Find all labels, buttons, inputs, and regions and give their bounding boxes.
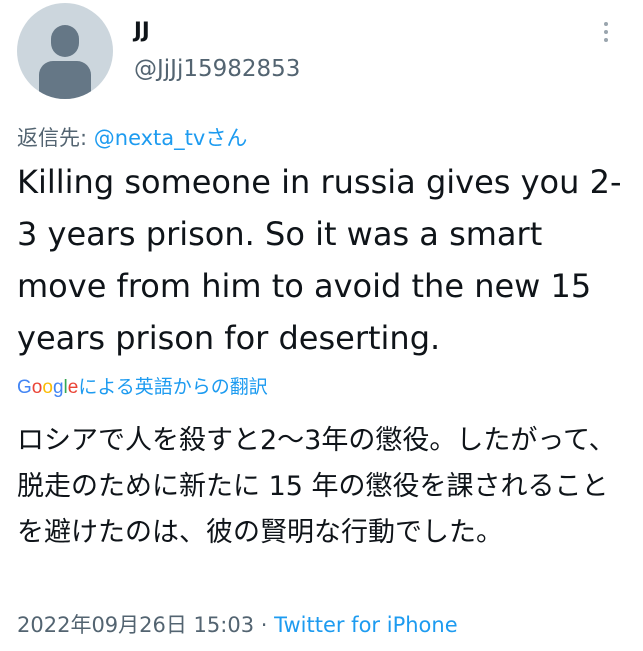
reply-context: 返信先: @nexta_tvさん	[17, 122, 247, 152]
tweet-header: JJ @JjJj15982853	[0, 0, 643, 110]
meta-separator: ·	[254, 613, 275, 637]
avatar[interactable]	[17, 3, 113, 99]
translation-attribution[interactable]: Googleによる英語からの翻訳	[17, 372, 268, 399]
timestamp[interactable]: 2022年09月26日 15:03	[17, 613, 254, 637]
reply-mention-link[interactable]: @nexta_tvさん	[94, 126, 248, 150]
avatar-body-shape	[39, 61, 91, 99]
reply-prefix: 返信先:	[17, 126, 94, 150]
source-link[interactable]: Twitter for iPhone	[274, 613, 458, 637]
default-avatar-icon	[51, 25, 79, 57]
display-name[interactable]: JJ	[134, 18, 150, 42]
translation-by-label: による英語からの翻訳	[78, 376, 268, 398]
tweet-meta: 2022年09月26日 15:03 · Twitter for iPhone	[17, 609, 458, 639]
user-handle[interactable]: @JjJj15982853	[134, 56, 300, 82]
tweet-text: Killing someone in russia gives you 2-3 …	[17, 163, 622, 357]
translated-text: ロシアで人を殺すと2〜3年の懲役。したがって、脱走のために新たに 15 年の懲役…	[17, 425, 616, 548]
more-vertical-icon[interactable]	[596, 22, 616, 46]
google-logo: Google	[17, 377, 79, 398]
